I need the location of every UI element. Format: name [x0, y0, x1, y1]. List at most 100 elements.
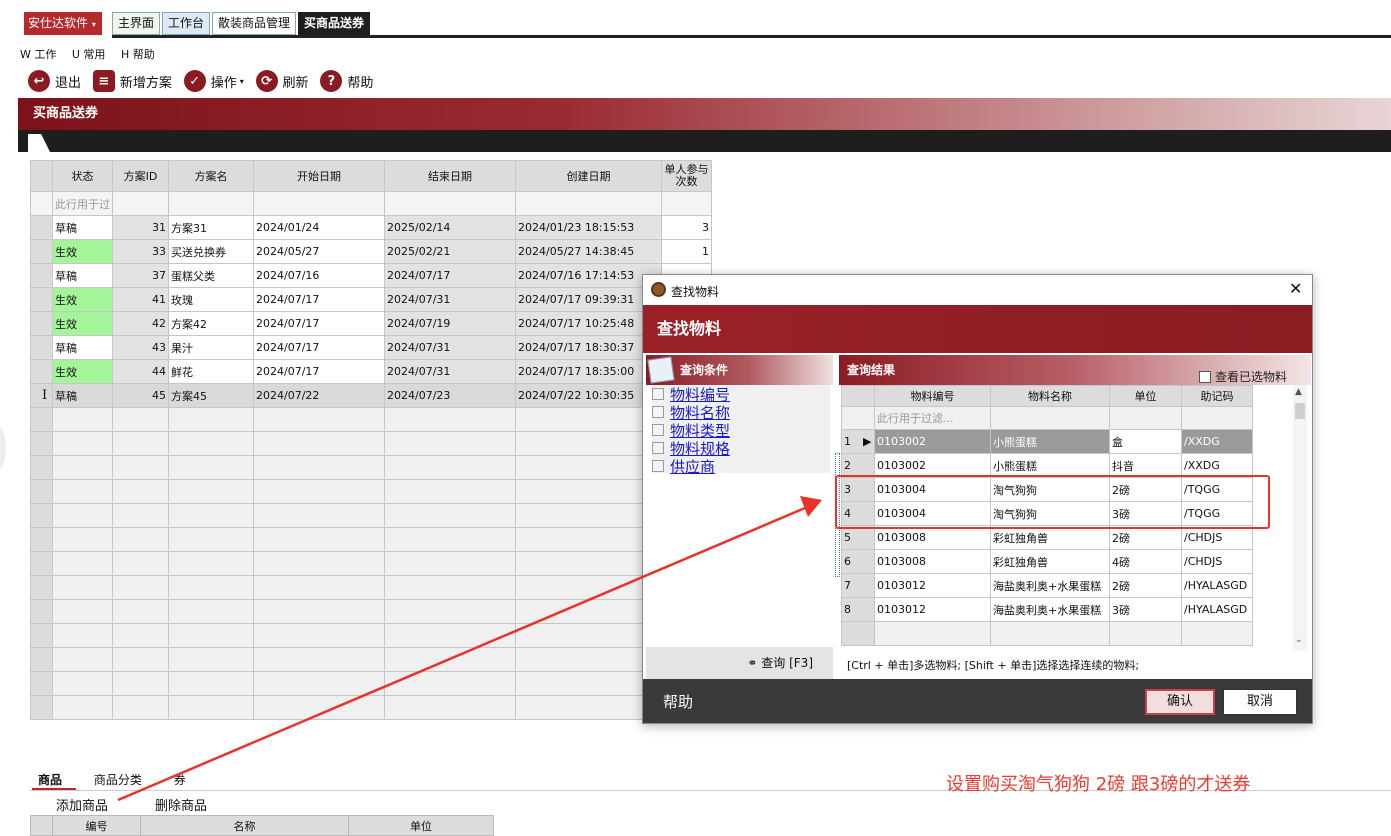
cell-unit[interactable]: 抖音: [1109, 453, 1182, 478]
dialog-help-link[interactable]: 帮助: [663, 691, 693, 712]
cell-name[interactable]: 彩虹独角兽: [990, 549, 1110, 574]
row-header[interactable]: 8: [841, 597, 875, 622]
cell-created[interactable]: 2024/07/16 17:14:53: [515, 263, 662, 288]
table-row[interactable]: 草稿 43 果汁 2024/07/17 2024/07/31 2024/07/17 18:…: [30, 335, 712, 360]
cell-name[interactable]: 鲜花: [168, 359, 254, 384]
cell-start[interactable]: 2024/05/27: [253, 239, 385, 264]
row-header[interactable]: [30, 311, 53, 336]
cell-start[interactable]: 2024/07/16: [253, 263, 385, 288]
cell-unit[interactable]: 3磅: [1109, 597, 1182, 622]
cell-created[interactable]: 2024/07/17 09:39:31: [515, 287, 662, 312]
column-header[interactable]: 物料名称: [990, 385, 1110, 407]
cell-code[interactable]: 0103008: [874, 549, 991, 574]
cell-name[interactable]: 玫瑰: [168, 287, 254, 312]
scroll-up-icon[interactable]: ▲: [1295, 387, 1302, 397]
tab-workbench[interactable]: 工作台: [162, 12, 211, 35]
cell-status[interactable]: 生效: [52, 359, 113, 384]
cell-memo[interactable]: /HYALASGD: [1181, 573, 1253, 598]
checkbox[interactable]: [652, 424, 664, 436]
cell-created[interactable]: 2024/07/17 10:25:48: [515, 311, 662, 336]
condition-link[interactable]: 供应商: [670, 456, 715, 477]
tab-goods-category[interactable]: 商品分类: [94, 773, 142, 787]
cell-id[interactable]: 42: [112, 311, 169, 336]
row-header[interactable]: [30, 335, 53, 360]
row-header[interactable]: 2: [841, 453, 875, 478]
query-button[interactable]: ⚭ 查询 [F3]: [646, 647, 833, 679]
cell-end[interactable]: 2024/07/17: [384, 263, 516, 288]
column-header[interactable]: 状态: [52, 160, 113, 192]
cell-end[interactable]: 2024/07/31: [384, 359, 516, 384]
cell-end[interactable]: 2024/07/23: [384, 383, 516, 408]
table-row[interactable]: 生效 44 鲜花 2024/07/17 2024/07/31 2024/07/17 18:…: [30, 359, 712, 384]
cell-id[interactable]: 44: [112, 359, 169, 384]
cell-name[interactable]: 方案31: [168, 215, 254, 240]
row-header[interactable]: [30, 239, 53, 264]
cell-start[interactable]: 2024/07/22: [253, 383, 385, 408]
condition-supplier[interactable]: 供应商: [652, 456, 830, 477]
cell-name[interactable]: 买送兑换券: [168, 239, 254, 264]
cell-end[interactable]: 2025/02/21: [384, 239, 516, 264]
condition-material-code[interactable]: 物料编号: [652, 385, 830, 404]
checkbox[interactable]: [652, 460, 664, 472]
table-row[interactable]: 草稿 45 方案45 2024/07/22 2024/07/23 2024/07/22 1…: [30, 383, 712, 408]
cell-name[interactable]: 果汁: [168, 335, 254, 360]
cell-code[interactable]: 0103002: [874, 429, 991, 454]
result-row[interactable]: 7 0103012 海盐奥利奥+水果蛋糕 2磅/HYALASGD: [841, 573, 1253, 598]
column-header[interactable]: 单人参与次数: [661, 160, 712, 192]
row-header[interactable]: [30, 287, 53, 312]
cell-created[interactable]: 2024/07/17 18:30:37: [515, 335, 662, 360]
cell-status[interactable]: 草稿: [52, 335, 113, 360]
cell-name[interactable]: 彩虹独角兽: [990, 525, 1110, 550]
cell-id[interactable]: 43: [112, 335, 169, 360]
cell-id[interactable]: 33: [112, 239, 169, 264]
cell-start[interactable]: 2024/07/17: [253, 287, 385, 312]
condition-material-spec[interactable]: 物料规格: [652, 439, 830, 458]
column-header[interactable]: 方案名: [168, 160, 254, 192]
cell-status[interactable]: 草稿: [52, 215, 113, 240]
add-goods-button[interactable]: 添加商品: [56, 795, 108, 814]
menu-help[interactable]: H 帮助: [121, 48, 155, 61]
cell-memo[interactable]: /CHDJS: [1181, 525, 1253, 550]
cell-id[interactable]: 41: [112, 287, 169, 312]
cell-start[interactable]: 2024/07/17: [253, 311, 385, 336]
cell-unit[interactable]: 2磅: [1109, 573, 1182, 598]
close-icon[interactable]: ✕: [1289, 279, 1302, 298]
confirm-button[interactable]: 确认: [1145, 689, 1215, 715]
cell-created[interactable]: 2024/01/23 18:15:53: [515, 215, 662, 240]
row-header[interactable]: [30, 215, 53, 240]
table-row[interactable]: 草稿 37 蛋糕父类 2024/07/16 2024/07/17 2024/07/16 1…: [30, 263, 712, 288]
table-row[interactable]: 生效 42 方案42 2024/07/17 2024/07/19 2024/07/17 1…: [30, 311, 712, 336]
row-header[interactable]: 7: [841, 573, 875, 598]
table-row[interactable]: 生效 41 玫瑰 2024/07/17 2024/07/31 2024/07/17 09:…: [30, 287, 712, 312]
refresh-button[interactable]: ⟳ 刷新: [255, 70, 309, 92]
filter-row[interactable]: 此行用于过: [30, 191, 712, 216]
cell-end[interactable]: 2024/07/31: [384, 287, 516, 312]
operation-button[interactable]: ✓ 操作 ▾: [183, 70, 244, 92]
vertical-scrollbar[interactable]: ▲ ⌄: [1293, 385, 1307, 651]
tab-buy-send-coupon[interactable]: 买商品送券: [298, 12, 371, 35]
row-header[interactable]: [30, 263, 53, 288]
checkbox[interactable]: [652, 388, 664, 400]
result-row[interactable]: 2 0103002 小熊蛋糕 抖音/XXDG: [841, 453, 1253, 478]
cell-status[interactable]: 生效: [52, 311, 113, 336]
filter-row[interactable]: 此行用于过滤...: [841, 406, 1253, 430]
condition-material-name[interactable]: 物料名称: [652, 403, 830, 422]
cell-memo[interactable]: /HYALASGD: [1181, 597, 1253, 622]
cell-unit[interactable]: 盒: [1109, 429, 1182, 454]
menu-common[interactable]: U 常用: [72, 48, 106, 61]
cell-status[interactable]: 草稿: [52, 383, 113, 408]
column-header[interactable]: 名称: [140, 815, 349, 836]
cell-unit[interactable]: 2磅: [1109, 525, 1182, 550]
row-header[interactable]: [30, 359, 53, 384]
brand-menu-button[interactable]: 安仕达软件 ▾: [24, 12, 102, 35]
result-row[interactable]: 8 0103012 海盐奥利奥+水果蛋糕 3磅/HYALASGD: [841, 597, 1253, 622]
cell-name[interactable]: 海盐奥利奥+水果蛋糕: [990, 597, 1110, 622]
cell-name[interactable]: 海盐奥利奥+水果蛋糕: [990, 573, 1110, 598]
column-header[interactable]: 结束日期: [384, 160, 516, 192]
column-header[interactable]: 创建日期: [515, 160, 662, 192]
table-row[interactable]: 草稿 31 方案31 2024/01/24 2025/02/14 2024/01/23 1…: [30, 215, 712, 240]
new-plan-button[interactable]: ≡ 新增方案: [92, 70, 172, 92]
row-header[interactable]: 5: [841, 525, 875, 550]
tab-home[interactable]: 主界面: [112, 12, 161, 35]
column-header[interactable]: 编号: [52, 815, 141, 836]
